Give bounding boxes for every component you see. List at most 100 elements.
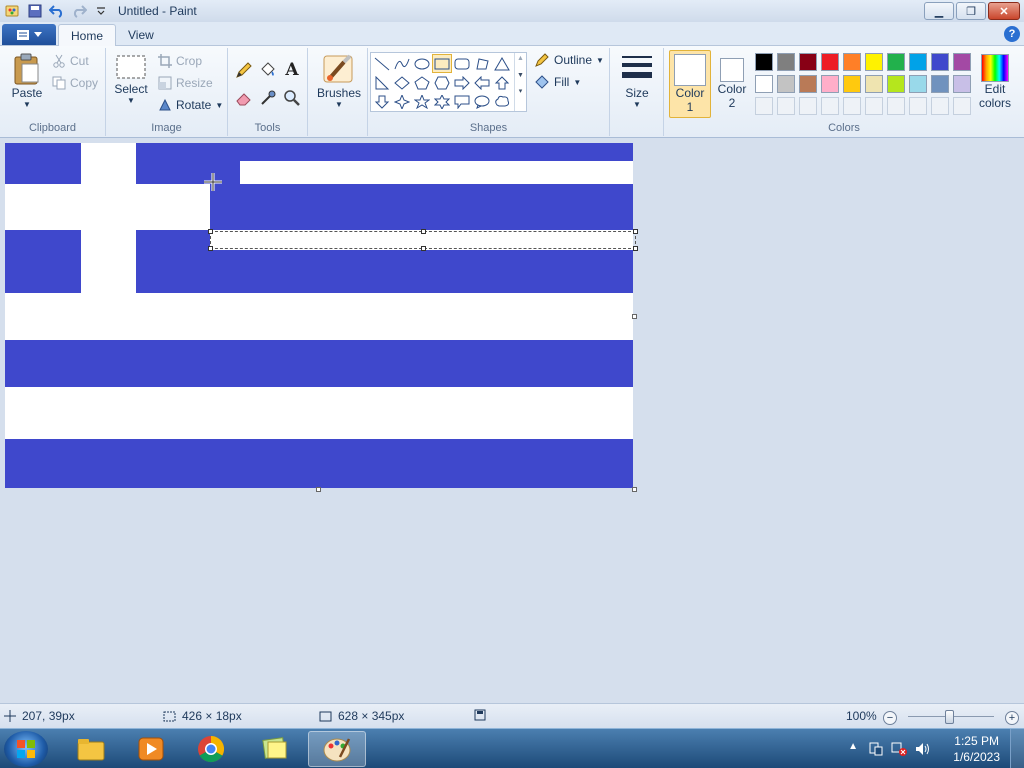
fill-bucket-icon[interactable] (258, 60, 278, 80)
hexagon-shape-icon[interactable] (432, 73, 452, 92)
custom-color-slot[interactable] (821, 97, 839, 115)
palette-swatch[interactable] (887, 75, 905, 93)
pencil-icon[interactable] (234, 60, 254, 80)
canvas-resize-handle-corner[interactable] (632, 487, 637, 492)
taskbar-sticky-notes[interactable] (246, 731, 304, 767)
custom-color-slot[interactable] (865, 97, 883, 115)
canvas-resize-handle-right[interactable] (632, 314, 637, 319)
text-tool-icon[interactable]: A (282, 60, 302, 80)
taskbar-paint[interactable] (308, 731, 366, 767)
right-arrow-shape-icon[interactable] (452, 73, 472, 92)
custom-color-slot[interactable] (755, 97, 773, 115)
palette-swatch[interactable] (865, 75, 883, 93)
palette-swatch[interactable] (755, 53, 773, 71)
rectangle-shape-icon[interactable] (432, 54, 452, 73)
triangle-shape-icon[interactable] (492, 54, 512, 73)
color-picker-icon[interactable] (258, 88, 278, 108)
selection-handle[interactable] (208, 229, 213, 234)
zoom-out-button[interactable]: − (883, 711, 897, 725)
custom-color-slot[interactable] (909, 97, 927, 115)
palette-swatch[interactable] (777, 75, 795, 93)
outline-button[interactable]: Outline ▼ (534, 52, 604, 68)
palette-swatch[interactable] (953, 53, 971, 71)
selection-rectangle[interactable] (208, 229, 638, 251)
right-triangle-shape-icon[interactable] (372, 73, 392, 92)
taskbar-media-player[interactable] (122, 731, 180, 767)
fill-button[interactable]: Fill ▼ (534, 74, 581, 90)
drawing-canvas[interactable] (5, 143, 633, 488)
rounded-rectangle-shape-icon[interactable] (452, 54, 472, 73)
selection-handle[interactable] (633, 229, 638, 234)
undo-icon[interactable] (48, 2, 66, 20)
show-desktop-button[interactable] (1010, 729, 1024, 768)
polygon-shape-icon[interactable] (472, 54, 492, 73)
tab-home[interactable]: Home (58, 24, 117, 46)
palette-swatch[interactable] (799, 53, 817, 71)
shapes-scrollbar[interactable]: ▲ ▼ ▾ (514, 53, 526, 111)
eraser-icon[interactable] (234, 88, 254, 108)
color-1-button[interactable]: Color 1 (669, 50, 711, 118)
palette-swatch[interactable] (887, 53, 905, 71)
tab-view[interactable]: View (116, 24, 166, 46)
selection-handle[interactable] (421, 246, 426, 251)
canvas-workspace[interactable] (0, 138, 1024, 703)
custom-color-slot[interactable] (931, 97, 949, 115)
brushes-button[interactable]: Brushes ▼ (314, 52, 364, 109)
palette-swatch[interactable] (777, 53, 795, 71)
selection-handle[interactable] (633, 246, 638, 251)
crop-button[interactable]: Crop (158, 54, 202, 68)
palette-swatch[interactable] (821, 53, 839, 71)
custom-color-slot[interactable] (777, 97, 795, 115)
oval-callout-shape-icon[interactable] (472, 92, 492, 111)
save-icon[interactable] (26, 2, 44, 20)
action-center-icon[interactable] (868, 741, 884, 757)
diamond-shape-icon[interactable] (392, 73, 412, 92)
size-button[interactable]: Size ▼ (618, 52, 656, 109)
show-hidden-icons-icon[interactable]: ▲ (848, 741, 858, 752)
left-arrow-shape-icon[interactable] (472, 73, 492, 92)
edit-colors-button[interactable]: Edit colors (974, 50, 1016, 118)
custom-color-slot[interactable] (953, 97, 971, 115)
palette-swatch[interactable] (821, 75, 839, 93)
taskbar-explorer[interactable] (62, 731, 120, 767)
palette-swatch[interactable] (909, 75, 927, 93)
palette-swatch[interactable] (843, 53, 861, 71)
close-button[interactable]: ✕ (988, 2, 1020, 20)
pentagon-shape-icon[interactable] (412, 73, 432, 92)
rectangular-callout-shape-icon[interactable] (452, 92, 472, 111)
rotate-button[interactable]: Rotate ▼ (158, 98, 223, 112)
color-2-button[interactable]: Color 2 (714, 50, 750, 118)
scroll-down-icon[interactable]: ▼ (515, 72, 526, 79)
customize-qat-chevron-icon[interactable] (92, 2, 110, 20)
oval-shape-icon[interactable] (412, 54, 432, 73)
up-arrow-shape-icon[interactable] (492, 73, 512, 92)
six-point-star-shape-icon[interactable] (432, 92, 452, 111)
expand-gallery-icon[interactable]: ▾ (515, 87, 526, 95)
curve-shape-icon[interactable] (392, 54, 412, 73)
network-error-icon[interactable] (890, 741, 908, 757)
minimize-button[interactable]: ▁ (924, 2, 954, 20)
resize-button[interactable]: Resize (158, 76, 213, 90)
paste-button[interactable]: Paste ▼ (8, 52, 46, 109)
four-point-star-shape-icon[interactable] (392, 92, 412, 111)
selection-handle[interactable] (421, 229, 426, 234)
scroll-up-icon[interactable]: ▲ (515, 55, 526, 62)
palette-swatch[interactable] (865, 53, 883, 71)
palette-swatch[interactable] (909, 53, 927, 71)
line-shape-icon[interactable] (372, 54, 392, 73)
five-point-star-shape-icon[interactable] (412, 92, 432, 111)
down-arrow-shape-icon[interactable] (372, 92, 392, 111)
palette-swatch[interactable] (953, 75, 971, 93)
palette-swatch[interactable] (799, 75, 817, 93)
select-button[interactable]: Select ▼ (112, 54, 150, 105)
canvas-resize-handle-bottom[interactable] (316, 487, 321, 492)
paint-menu-button[interactable] (2, 24, 56, 45)
palette-swatch[interactable] (843, 75, 861, 93)
custom-color-slot[interactable] (887, 97, 905, 115)
paint-app-icon[interactable] (4, 2, 22, 20)
copy-button[interactable]: Copy (52, 76, 98, 90)
magnifier-icon[interactable] (282, 88, 302, 108)
start-button[interactable] (4, 731, 48, 767)
taskbar-chrome[interactable] (182, 731, 240, 767)
palette-swatch[interactable] (931, 53, 949, 71)
